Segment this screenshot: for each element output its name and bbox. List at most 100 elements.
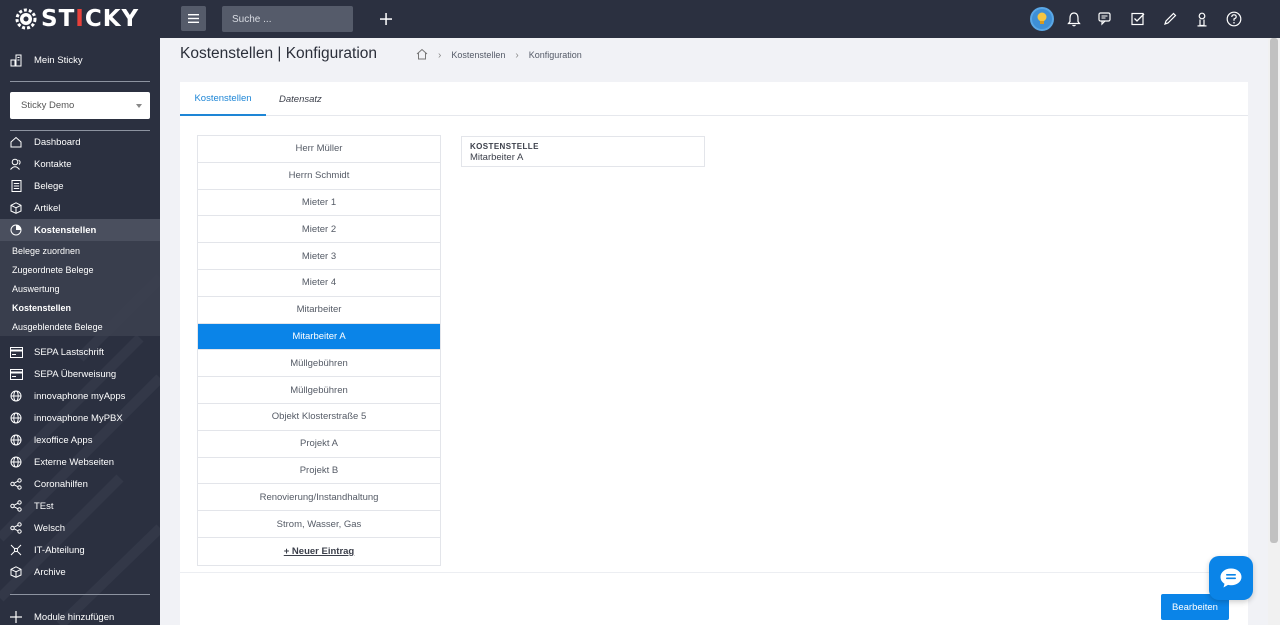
sidebar-item-sepa-ueberweisung[interactable]: SEPA Überweisung: [0, 363, 160, 385]
list-item[interactable]: Mieter 1: [198, 190, 440, 217]
contacts-icon: [9, 157, 23, 171]
add-modules-button[interactable]: Module hinzufügen: [0, 606, 160, 625]
chevron-right-icon: ›: [515, 49, 519, 61]
search-input[interactable]: [222, 6, 353, 32]
plus-icon: [9, 610, 23, 624]
sidebar-item-label: IT-Abteilung: [34, 544, 85, 556]
cost-center-detail: KOSTENSTELLE Mitarbeiter A: [461, 136, 705, 167]
sidebar-item-label: Kontakte: [34, 158, 72, 170]
sidebar-item-label: Welsch: [34, 522, 65, 534]
share-icon: [9, 477, 23, 491]
sidebar-item-mein-sticky[interactable]: Mein Sticky: [0, 49, 160, 71]
list-item[interactable]: Renovierung/Instandhaltung: [198, 484, 440, 512]
list-item[interactable]: Objekt Klosterstraße 5: [198, 404, 440, 431]
sidebar-item-archive[interactable]: Archive: [0, 561, 160, 583]
scrollbar-thumb[interactable]: [1270, 38, 1278, 543]
chat-icon: [1220, 568, 1242, 588]
help-button[interactable]: [1222, 7, 1246, 31]
sidebar-item-lexoffice-apps[interactable]: lexoffice Apps: [0, 429, 160, 451]
logo-text: STICKY: [41, 6, 140, 32]
sidebar-subitem-auswertung[interactable]: Auswertung: [0, 279, 160, 298]
list-item[interactable]: Mieter 4: [198, 270, 440, 297]
sidebar-subitem-belege-zuordnen[interactable]: Belege zuordnen: [0, 241, 160, 260]
sidebar-item-test[interactable]: TEst: [0, 495, 160, 517]
list-item[interactable]: Mieter 2: [198, 216, 440, 244]
sidebar-item-label: Kostenstellen: [34, 224, 97, 236]
document-icon: [9, 179, 23, 193]
list-item[interactable]: Herrn Schmidt: [198, 163, 440, 190]
home-icon: [9, 135, 23, 149]
tab-kostenstellen[interactable]: Kostenstellen: [180, 82, 266, 116]
sidebar-item-label: lexoffice Apps: [34, 434, 93, 446]
sidebar-item-label: innovaphone myApps: [34, 390, 126, 402]
box-icon: [9, 201, 23, 215]
list-item[interactable]: Herr Müller: [198, 136, 440, 163]
notifications-button[interactable]: [1062, 7, 1086, 31]
breadcrumb-item-kostenstellen[interactable]: Kostenstellen: [451, 50, 505, 60]
help-icon: [1226, 11, 1242, 27]
list-item-selected[interactable]: Mitarbeiter A: [198, 323, 440, 351]
new-entry-link[interactable]: + Neuer Eintrag: [198, 538, 440, 565]
sidebar-item-coronahilfen[interactable]: Coronahilfen: [0, 473, 160, 495]
sidebar-item-externe-webseiten[interactable]: Externe Webseiten: [0, 451, 160, 473]
sidebar-item-belege[interactable]: Belege: [0, 175, 160, 197]
globe-icon: [9, 389, 23, 403]
globe-icon: [9, 411, 23, 425]
sticky-logo[interactable]: STICKY: [14, 6, 160, 32]
user-icon: [1197, 12, 1207, 26]
edit-mode-button[interactable]: [1158, 7, 1182, 31]
share-icon: [9, 499, 23, 513]
sidebar-item-welsch[interactable]: Welsch: [0, 517, 160, 539]
sidebar-item-sepa-lastschrift[interactable]: SEPA Lastschrift: [0, 341, 160, 363]
sidebar-subitem-kostenstellen[interactable]: Kostenstellen: [0, 298, 160, 317]
cost-center-list: Herr Müller Herrn Schmidt Mieter 1 Miete…: [197, 135, 441, 566]
tab-bar: Kostenstellen Datensatz: [180, 82, 1248, 116]
tab-datensatz[interactable]: Datensatz: [279, 82, 322, 116]
workspace-select-value: Sticky Demo: [21, 100, 75, 111]
sidebar-item-kontakte[interactable]: Kontakte: [0, 153, 160, 175]
list-item[interactable]: Müllgebühren: [198, 377, 440, 404]
sidebar-item-kostenstellen[interactable]: Kostenstellen: [0, 219, 160, 241]
user-settings-button[interactable]: [1190, 7, 1214, 31]
chat-widget-button[interactable]: [1209, 556, 1253, 600]
pencil-icon: [1164, 12, 1177, 25]
list-item[interactable]: Strom, Wasser, Gas: [198, 511, 440, 538]
sidebar-item-label: Belege: [34, 180, 64, 192]
gear-logo-icon: [15, 8, 37, 30]
page-scrollbar[interactable]: [1268, 38, 1280, 625]
sidebar-item-label: TEst: [34, 500, 54, 512]
list-item[interactable]: Mitarbeiter: [198, 297, 440, 324]
bank-card-icon: [9, 367, 23, 381]
bell-icon: [1067, 11, 1081, 26]
detail-value: Mitarbeiter A: [470, 152, 524, 163]
sidebar-item-artikel[interactable]: Artikel: [0, 197, 160, 219]
sidebar-item-it-abteilung[interactable]: IT-Abteilung: [0, 539, 160, 561]
sidebar-item-label: Mein Sticky: [34, 54, 83, 66]
breadcrumb-home[interactable]: [416, 48, 428, 62]
sidebar-item-dashboard[interactable]: Dashboard: [0, 131, 160, 153]
tasks-button[interactable]: [1126, 7, 1150, 31]
globe-icon: [9, 455, 23, 469]
sidebar-subitem-zugeordnete-belege[interactable]: Zugeordnete Belege: [0, 260, 160, 279]
sidebar-item-innovaphone-myapps[interactable]: innovaphone myApps: [0, 385, 160, 407]
workspace-select[interactable]: Sticky Demo: [10, 92, 150, 119]
plus-icon: [380, 13, 392, 25]
user-avatar[interactable]: [1030, 7, 1054, 31]
box-icon: [9, 565, 23, 579]
chat-bubbles-icon: [1098, 12, 1111, 26]
footer-divider: [180, 572, 1248, 573]
sidebar-item-innovaphone-mypbx[interactable]: innovaphone MyPBX: [0, 407, 160, 429]
list-item[interactable]: Müllgebühren: [198, 350, 440, 378]
list-item[interactable]: Mieter 3: [198, 243, 440, 270]
list-item[interactable]: Projekt B: [198, 458, 440, 485]
sidebar-subitem-ausgeblendete-belege[interactable]: Ausgeblendete Belege: [0, 317, 160, 336]
breadcrumb-item-konfiguration: Konfiguration: [528, 50, 582, 60]
add-button[interactable]: [376, 9, 396, 29]
sidebar-item-label: Module hinzufügen: [34, 611, 115, 623]
messages-button[interactable]: [1094, 7, 1118, 31]
sidebar-item-label: Archive: [34, 566, 66, 578]
detail-label: KOSTENSTELLE: [470, 142, 539, 151]
list-item[interactable]: Projekt A: [198, 431, 440, 458]
sidebar-divider: [10, 81, 150, 82]
menu-toggle-button[interactable]: [181, 6, 206, 31]
